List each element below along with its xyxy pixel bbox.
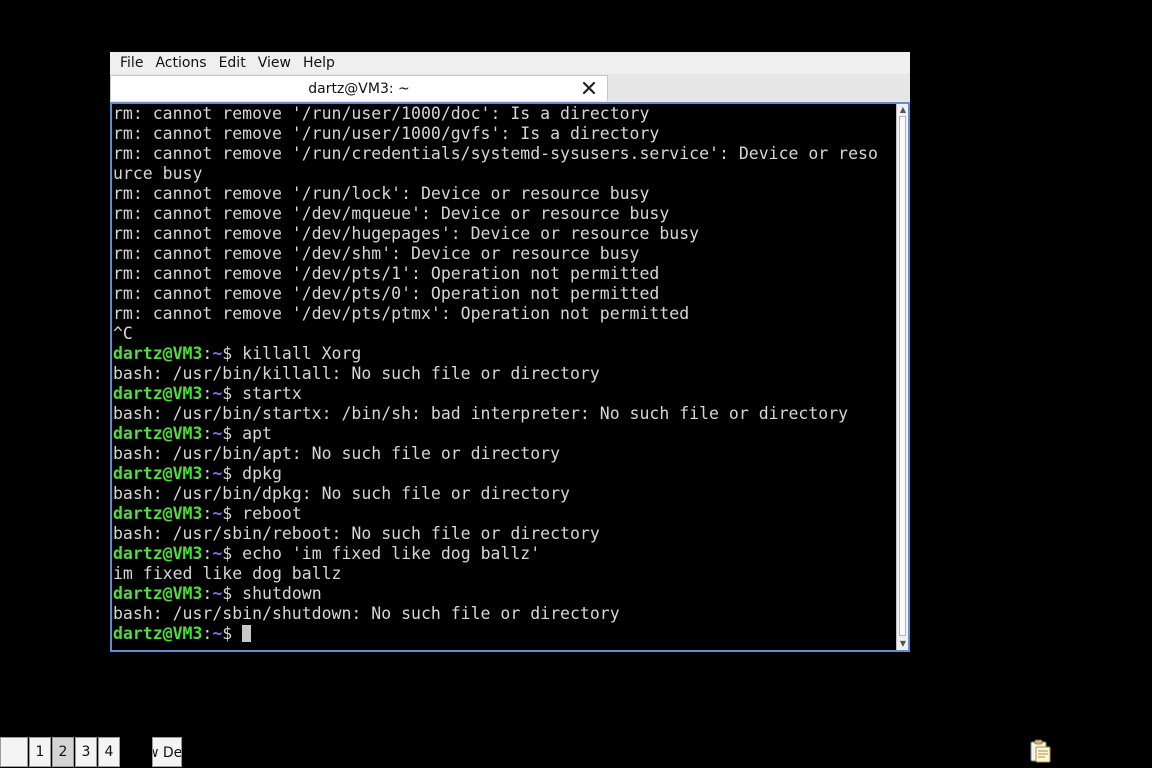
- command-text: apt: [232, 424, 272, 443]
- command-text: reboot: [232, 504, 302, 523]
- show-desktop-button[interactable]: w Des: [152, 737, 182, 767]
- terminal-command-line: dartz@VM3:~$ reboot: [113, 504, 896, 524]
- prompt-user-host: dartz@VM3: [113, 584, 203, 603]
- terminal-output-line: rm: cannot remove '/dev/pts/0': Operatio…: [113, 284, 660, 303]
- prompt-symbol: $: [222, 464, 233, 483]
- terminal-command-line: dartz@VM3:~$ shutdown: [113, 584, 896, 604]
- terminal-output-line: ^C: [113, 324, 133, 343]
- terminal-output-line: bash: /usr/bin/killall: No such file or …: [113, 364, 600, 383]
- terminal-command-line: dartz@VM3:~$ startx: [113, 384, 896, 404]
- prompt-colon: :: [202, 424, 213, 443]
- prompt-user-host: dartz@VM3: [113, 384, 203, 403]
- menu-button[interactable]: [0, 737, 28, 767]
- terminal-command-line: dartz@VM3:~$ dpkg: [113, 464, 896, 484]
- workspace-4-button[interactable]: 4: [98, 737, 120, 767]
- command-text: echo 'im fixed like dog ballz': [232, 544, 541, 563]
- terminal-command-line: dartz@VM3:~$ apt: [113, 424, 896, 444]
- prompt-user-host: dartz@VM3: [113, 544, 203, 563]
- workspace-2-button[interactable]: 2: [52, 737, 74, 767]
- terminal-command-line: dartz@VM3:~$: [113, 624, 896, 644]
- terminal-output[interactable]: rm: cannot remove '/run/user/1000/doc': …: [112, 104, 896, 650]
- menu-actions[interactable]: Actions: [149, 52, 212, 74]
- terminal-output-line: rm: cannot remove '/dev/pts/ptmx': Opera…: [113, 304, 690, 323]
- menu-file[interactable]: File: [114, 52, 149, 74]
- prompt-user-host: dartz@VM3: [113, 504, 203, 523]
- scrollbar-thumb[interactable]: [899, 116, 906, 636]
- prompt-symbol: $: [222, 424, 233, 443]
- scroll-down-arrow-icon[interactable]: ▼: [898, 638, 908, 650]
- prompt-symbol: $: [222, 384, 233, 403]
- terminal-output-line: bash: /usr/bin/dpkg: No such file or dir…: [113, 484, 570, 503]
- prompt-colon: :: [202, 624, 213, 643]
- prompt-user-host: dartz@VM3: [113, 464, 203, 483]
- close-icon[interactable]: [581, 80, 597, 96]
- terminal-output-line: bash: /usr/bin/apt: No such file or dire…: [113, 444, 561, 463]
- menu-help[interactable]: Help: [297, 52, 341, 74]
- terminal-frame: rm: cannot remove '/run/user/1000/doc': …: [110, 102, 910, 652]
- command-text: [232, 624, 242, 643]
- command-text: shutdown: [232, 584, 322, 603]
- terminal-command-line: dartz@VM3:~$ echo 'im fixed like dog bal…: [113, 544, 896, 564]
- terminal-output-line: rm: cannot remove '/run/user/1000/doc': …: [113, 104, 650, 123]
- terminal-output-line: urce busy: [113, 164, 203, 183]
- terminal-output-line: rm: cannot remove '/dev/hugepages': Devi…: [113, 224, 700, 243]
- terminal-output-line: rm: cannot remove '/dev/shm': Device or …: [113, 244, 640, 263]
- prompt-path: ~: [212, 624, 223, 643]
- prompt-user-host: dartz@VM3: [113, 424, 203, 443]
- prompt-path: ~: [212, 544, 223, 563]
- terminal-output-line: bash: /usr/bin/startx: /bin/sh: bad inte…: [113, 404, 849, 423]
- prompt-symbol: $: [222, 544, 233, 563]
- prompt-path: ~: [212, 584, 223, 603]
- command-text: startx: [232, 384, 302, 403]
- prompt-colon: :: [202, 464, 213, 483]
- prompt-path: ~: [212, 464, 223, 483]
- clipboard-icon[interactable]: [1028, 738, 1052, 764]
- terminal-command-line: dartz@VM3:~$ killall Xorg: [113, 344, 896, 364]
- terminal-output-line: rm: cannot remove '/dev/mqueue': Device …: [113, 204, 670, 223]
- workspace-1-button[interactable]: 1: [29, 737, 51, 767]
- prompt-colon: :: [202, 344, 213, 363]
- command-text: dpkg: [232, 464, 282, 483]
- prompt-symbol: $: [222, 344, 233, 363]
- terminal-window: File Actions Edit View Help dartz@VM3: ~…: [110, 52, 910, 652]
- vertical-scrollbar[interactable]: ▲ ▼: [896, 104, 908, 650]
- prompt-path: ~: [212, 384, 223, 403]
- workspace-3-button[interactable]: 3: [75, 737, 97, 767]
- tab-terminal[interactable]: dartz@VM3: ~: [110, 75, 608, 101]
- prompt-path: ~: [212, 344, 223, 363]
- tab-title: dartz@VM3: ~: [308, 80, 410, 97]
- prompt-symbol: $: [222, 584, 233, 603]
- prompt-colon: :: [202, 584, 213, 603]
- prompt-colon: :: [202, 384, 213, 403]
- prompt-colon: :: [202, 544, 213, 563]
- terminal-output-line: rm: cannot remove '/run/credentials/syst…: [113, 144, 878, 163]
- prompt-user-host: dartz@VM3: [113, 624, 203, 643]
- terminal-output-line: rm: cannot remove '/run/user/1000/gvfs':…: [113, 124, 660, 143]
- scroll-up-arrow-icon[interactable]: ▲: [898, 104, 908, 116]
- tab-bar: dartz@VM3: ~: [110, 74, 910, 103]
- terminal-output-line: im fixed like dog ballz: [113, 564, 342, 583]
- prompt-user-host: dartz@VM3: [113, 344, 203, 363]
- menubar: File Actions Edit View Help: [110, 52, 910, 74]
- terminal-output-line: bash: /usr/sbin/reboot: No such file or …: [113, 524, 600, 543]
- prompt-symbol: $: [222, 624, 233, 643]
- menu-edit[interactable]: Edit: [213, 52, 252, 74]
- menu-view[interactable]: View: [252, 52, 297, 74]
- prompt-path: ~: [212, 424, 223, 443]
- terminal-output-line: bash: /usr/sbin/shutdown: No such file o…: [113, 604, 620, 623]
- text-cursor: [242, 625, 252, 642]
- terminal-output-line: rm: cannot remove '/run/lock': Device or…: [113, 184, 650, 203]
- prompt-symbol: $: [222, 504, 233, 523]
- prompt-path: ~: [212, 504, 223, 523]
- prompt-colon: :: [202, 504, 213, 523]
- terminal-output-line: rm: cannot remove '/dev/pts/1': Operatio…: [113, 264, 660, 283]
- command-text: killall Xorg: [232, 344, 362, 363]
